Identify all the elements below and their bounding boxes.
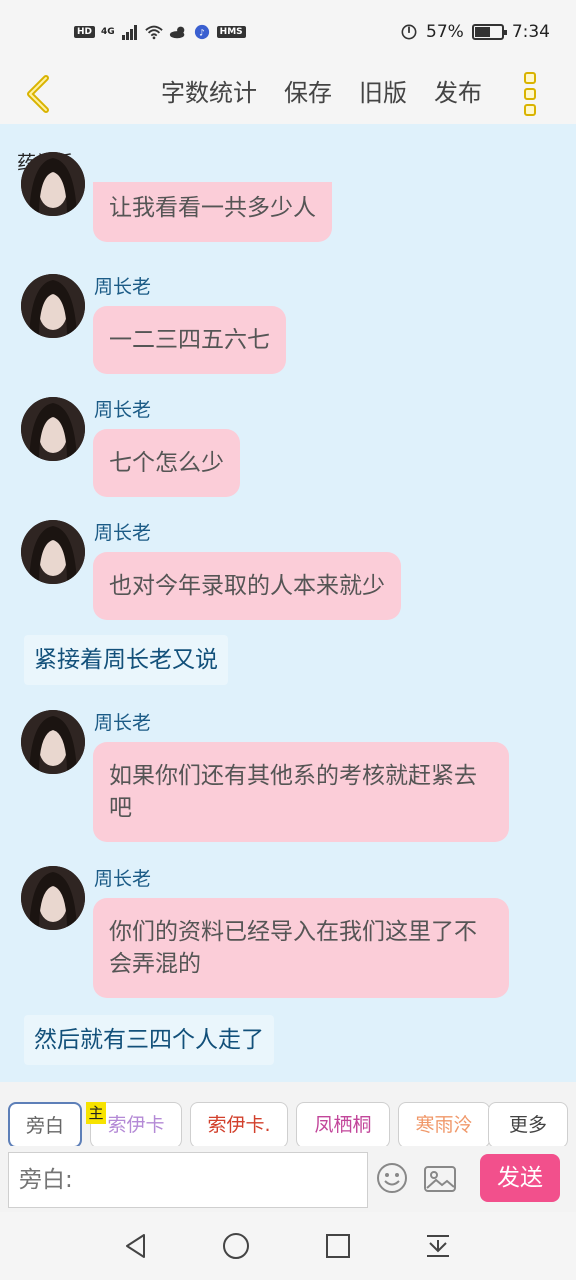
status-left-icons: HD 4G ♪ HMS	[74, 24, 246, 40]
message-bubble[interactable]: 也对今年录取的人本来就少	[93, 552, 401, 620]
more-dot	[524, 104, 536, 116]
message-bubble[interactable]: 七个怎么少	[93, 429, 240, 497]
signal-icon	[121, 25, 137, 40]
more-dot	[524, 72, 536, 84]
hms-badge: HMS	[216, 26, 246, 38]
avatar-image	[21, 710, 85, 774]
message-input[interactable]	[8, 1152, 368, 1208]
sender-name: 周长老	[94, 712, 152, 734]
avatar-image	[21, 520, 85, 584]
chat-area[interactable]: 药学系 让我看看一共多少人 周长老 一二三四五六七 周长老 七个怎么少 周长老 …	[0, 124, 576, 1082]
more-roles-button[interactable]: 更多	[488, 1102, 568, 1148]
battery-percent: 57%	[426, 22, 464, 42]
role-chip-3[interactable]: 凤栖桐	[296, 1102, 390, 1148]
save-button[interactable]: 保存	[284, 76, 332, 110]
publish-button[interactable]: 发布	[434, 76, 482, 110]
avatar[interactable]	[21, 520, 85, 584]
sender-name: 周长老	[94, 399, 152, 421]
more-dot	[524, 88, 536, 100]
input-bar: 发送	[0, 1146, 576, 1212]
system-nav-bar	[0, 1212, 576, 1280]
message-bubble[interactable]: 你们的资料已经导入在我们这里了不会弄混的	[93, 898, 509, 998]
sender-name: 周长老	[94, 522, 152, 544]
sender-name: 周长老	[94, 276, 152, 298]
owner-tag: 主	[86, 1102, 106, 1124]
clock: 7:34	[511, 22, 550, 42]
emoji-icon[interactable]	[376, 1162, 408, 1194]
narration-text[interactable]: 紧接着周长老又说	[24, 635, 228, 685]
top-nav: 字数统计 保存 旧版 发布	[0, 64, 576, 124]
back-triangle-icon[interactable]	[122, 1232, 150, 1260]
avatar-image	[21, 274, 85, 338]
avatar-image	[21, 397, 85, 461]
avatar[interactable]	[21, 397, 85, 461]
svg-text:♪: ♪	[199, 29, 205, 39]
message-bubble[interactable]: 如果你们还有其他系的考核就赶紧去吧	[93, 742, 509, 842]
recents-square-icon[interactable]	[324, 1232, 352, 1260]
word-count-button[interactable]: 字数统计	[161, 76, 257, 110]
avatar-image	[21, 152, 85, 216]
notification-pull-icon[interactable]	[424, 1232, 452, 1260]
home-circle-icon[interactable]	[222, 1232, 250, 1260]
avatar[interactable]	[21, 866, 85, 930]
hd-badge: HD	[74, 26, 96, 38]
sender-name: 周长老	[94, 868, 152, 890]
send-button[interactable]: 发送	[480, 1154, 560, 1202]
avatar[interactable]	[21, 152, 85, 216]
role-chip-4[interactable]: 寒雨泠	[398, 1102, 490, 1148]
old-version-button[interactable]: 旧版	[359, 76, 407, 110]
status-bar: HD 4G ♪ HMS 57% 7:34	[0, 0, 576, 64]
nav-actions: 字数统计 保存 旧版 发布	[161, 76, 482, 110]
battery-icon	[471, 24, 507, 40]
network-type: 4G	[101, 27, 115, 37]
image-icon[interactable]	[424, 1166, 456, 1192]
power-saving-icon	[401, 24, 417, 40]
avatar[interactable]	[21, 710, 85, 774]
avatar[interactable]	[21, 274, 85, 338]
wifi-icon	[144, 25, 163, 40]
role-chip-narration[interactable]: 旁白	[8, 1102, 82, 1148]
battery-fill	[474, 27, 490, 37]
message-bubble[interactable]: 让我看看一共多少人	[93, 182, 332, 242]
music-app-icon: ♪	[194, 24, 209, 40]
more-dots-icon[interactable]	[518, 70, 542, 118]
weather-cloud-icon	[169, 26, 184, 39]
status-right: 57% 7:34	[400, 22, 550, 42]
role-chip-2[interactable]: 索伊卡.	[190, 1102, 288, 1148]
narration-text[interactable]: 然后就有三四个人走了	[24, 1015, 274, 1065]
message-bubble[interactable]: 一二三四五六七	[93, 306, 286, 374]
avatar-image	[21, 866, 85, 930]
chevron-left-icon[interactable]	[18, 70, 58, 118]
